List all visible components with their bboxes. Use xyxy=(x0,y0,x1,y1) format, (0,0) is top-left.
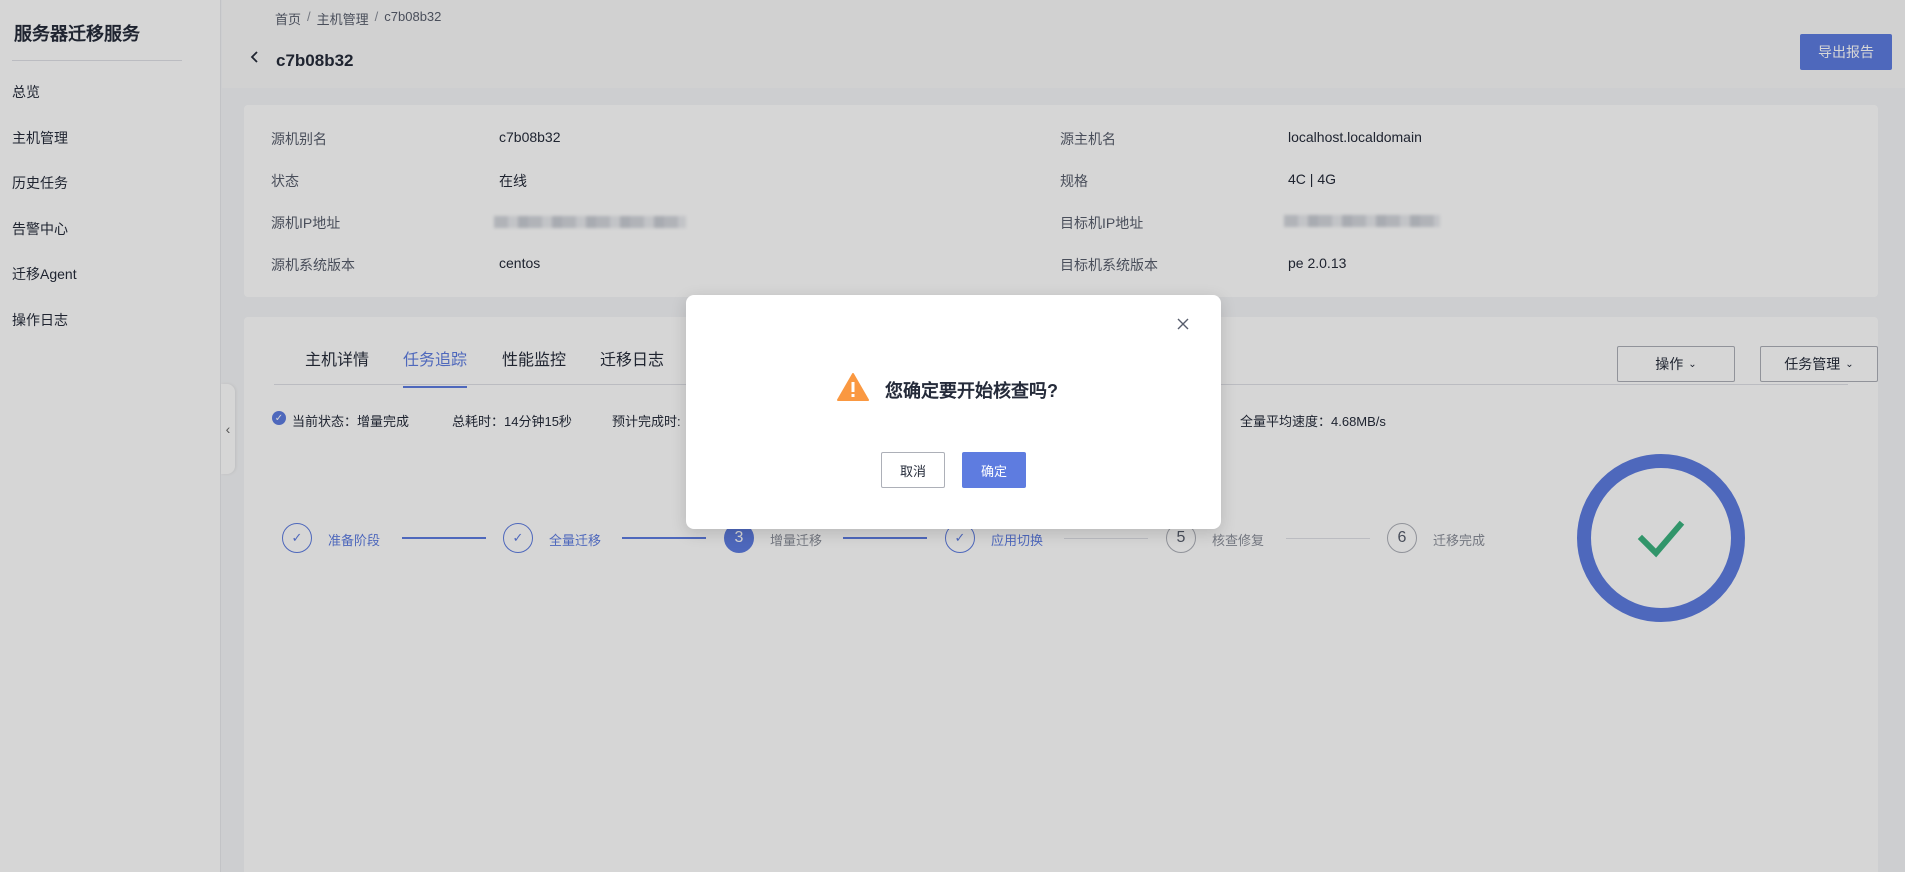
confirm-button[interactable]: 确定 xyxy=(962,452,1026,488)
warning-icon xyxy=(837,373,869,401)
cancel-button[interactable]: 取消 xyxy=(881,452,945,488)
dialog-message: 您确定要开始核查吗? xyxy=(885,381,1058,401)
confirm-dialog: 您确定要开始核查吗? 取消 确定 xyxy=(686,295,1221,529)
close-icon[interactable] xyxy=(1173,314,1193,334)
